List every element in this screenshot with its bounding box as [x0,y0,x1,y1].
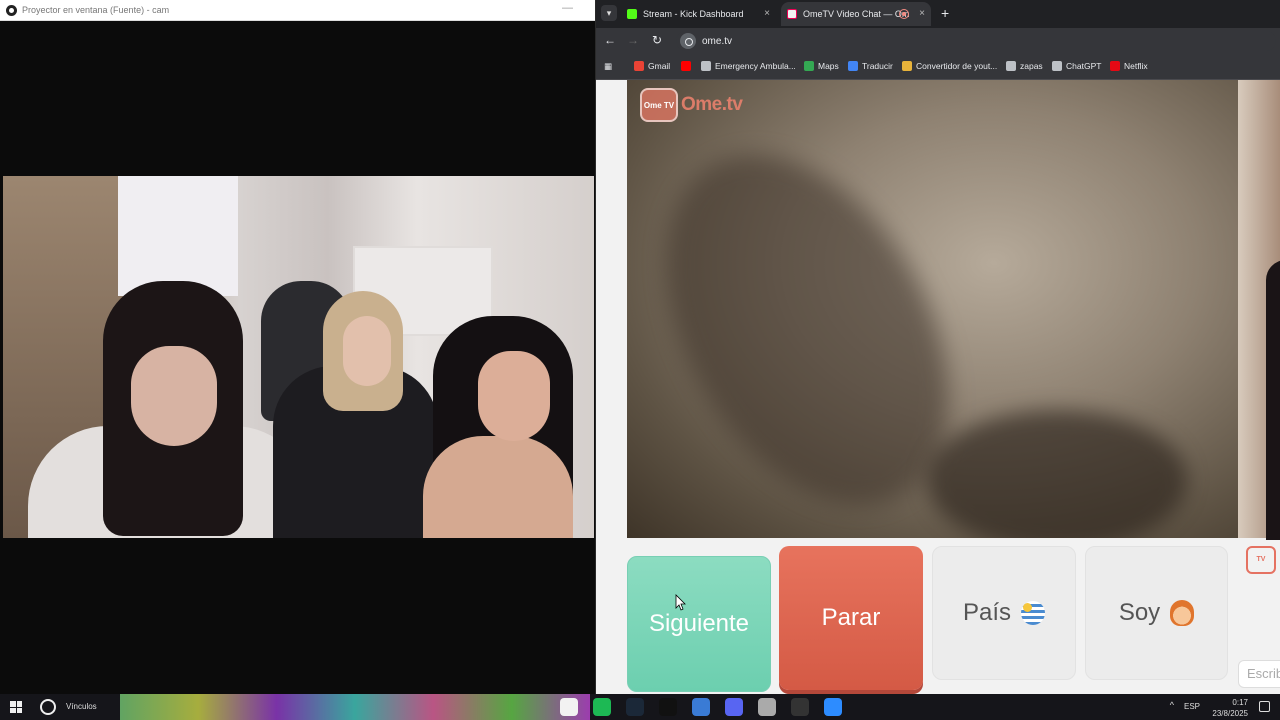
bookmark-gmail[interactable]: Gmail [634,61,670,71]
system-tray: ^ ESP 0:17 23/8/2025 [1120,694,1280,720]
tab-kick-dashboard[interactable]: Stream - Kick Dashboard × [621,2,776,26]
ometv-favicon-icon [787,9,797,19]
remote-video [627,80,1238,538]
bookmark-emergency[interactable]: Emergency Ambula... [701,61,796,71]
taskbar: Vínculos ^ ESP 0:17 23/8/2025 [0,694,1280,720]
ometv-logo-text: Ome.tv [681,94,743,115]
webcam-feed [3,176,594,538]
projector-title: Proyector en ventana (Fuente) - cam [22,5,170,15]
language-indicator[interactable]: ESP [1184,702,1200,711]
country-button[interactable]: País [932,546,1076,680]
taskbar-wallpaper-art [120,694,590,720]
forward-button[interactable]: → [625,33,641,47]
tab-label: OmeTV Video Chat — Om [803,9,910,19]
globe-icon [701,61,711,71]
tab-close-icon[interactable]: × [764,8,770,19]
spotify-icon[interactable] [593,698,611,716]
reload-button[interactable]: ↻ [649,33,665,47]
maps-icon [804,61,814,71]
bookmark-convertidor[interactable]: Convertidor de yout... [902,61,997,71]
next-button[interactable]: Siguiente [627,556,771,692]
projector-window: Proyector en ventana (Fuente) - cam — [0,0,596,694]
back-button[interactable]: ← [602,33,618,47]
kick-favicon-icon [627,9,637,19]
person-right-face [478,351,550,441]
gender-button[interactable]: Soy [1085,546,1228,680]
recording-indicator-icon [899,9,909,19]
person-right-body [423,436,573,538]
search-icon[interactable] [40,699,56,715]
girl-emoji-icon [1170,600,1195,626]
mouse-cursor-icon [675,594,686,611]
person-middle-face [343,316,391,386]
bookmark-netflix[interactable]: Netflix [1110,61,1148,71]
stop-button-label: Parar [821,604,881,631]
steam-icon[interactable] [626,698,644,716]
bookmark-youtube[interactable] [681,61,695,71]
obs-icon [6,4,17,16]
netflix-icon [1110,61,1120,71]
notifications-icon[interactable] [1259,701,1270,712]
browser-window: ▾ Stream - Kick Dashboard × OmeTV Video … [596,0,1280,694]
windows-start-icon[interactable] [10,701,22,713]
tray-overflow-icon[interactable]: ^ [1170,700,1174,710]
discord-icon[interactable] [725,698,743,716]
apps-grid-icon[interactable]: ▦ [604,61,612,72]
tab-strip: ▾ Stream - Kick Dashboard × OmeTV Video … [596,0,1280,28]
bookmark-zapas[interactable]: zapas [1006,61,1043,71]
ometv-tv-icon: Ome TV [640,88,678,122]
taskbar-pinned-apps [560,698,842,716]
youtube-icon [681,61,691,71]
ometv-side-logo-icon: TV [1246,546,1276,574]
chrome-icon[interactable] [758,698,776,716]
clock[interactable]: 0:17 23/8/2025 [1212,697,1248,719]
chat-input[interactable]: Escrib [1238,660,1280,688]
converter-icon [902,61,912,71]
clock-date: 23/8/2025 [1212,709,1248,718]
bookmarks-bar: ▦ Gmail Emergency Ambula... Maps Traduci… [596,54,1280,80]
ometv-logo[interactable]: Ome TV Ome.tv [640,88,743,122]
gender-button-label: Soy [1118,599,1161,626]
browser-toolbar: ← → ↻ ome.tv [596,28,1280,54]
projector-titlebar[interactable]: Proyector en ventana (Fuente) - cam — [0,0,595,21]
remote-video-shadow [927,410,1187,538]
brave-icon[interactable] [560,698,578,716]
country-button-label: País [962,599,1012,626]
feed-window [118,176,238,296]
tab-label: Stream - Kick Dashboard [643,9,744,19]
chatgpt-icon [1052,61,1062,71]
minimize-button[interactable]: — [562,2,573,14]
stop-button[interactable]: Parar [779,546,923,690]
person-left-face [131,346,217,446]
address-bar[interactable]: ome.tv [676,31,1276,51]
ometv-page: Ome TV Ome.tv Siguiente Parar País Soy T… [596,80,1280,694]
file-explorer-icon[interactable] [692,698,710,716]
desktop: Proyector en ventana (Fuente) - cam — ▾ … [0,0,1280,720]
next-button-label: Siguiente [648,610,750,637]
local-video-hair [1266,260,1280,540]
new-tab-button[interactable]: + [941,5,949,21]
tab-close-icon[interactable]: × [919,8,925,19]
folder-icon [1006,61,1016,71]
gmail-icon [634,61,644,71]
uruguay-flag-icon [1021,601,1046,625]
site-info-icon[interactable] [680,33,696,49]
clock-time: 0:17 [1232,698,1248,707]
tab-ometv[interactable]: OmeTV Video Chat — Om × [781,2,931,26]
url-text[interactable]: ome.tv [702,36,732,47]
epic-games-icon[interactable] [659,698,677,716]
translate-icon [848,61,858,71]
obs-taskbar-icon[interactable] [791,698,809,716]
zoom-icon[interactable] [824,698,842,716]
tab-search-dropdown-icon[interactable]: ▾ [601,5,617,21]
bookmark-traducir[interactable]: Traducir [848,61,893,71]
taskbar-search-label[interactable]: Vínculos [66,702,97,711]
bookmark-chatgpt[interactable]: ChatGPT [1052,61,1101,71]
bookmark-maps[interactable]: Maps [804,61,839,71]
